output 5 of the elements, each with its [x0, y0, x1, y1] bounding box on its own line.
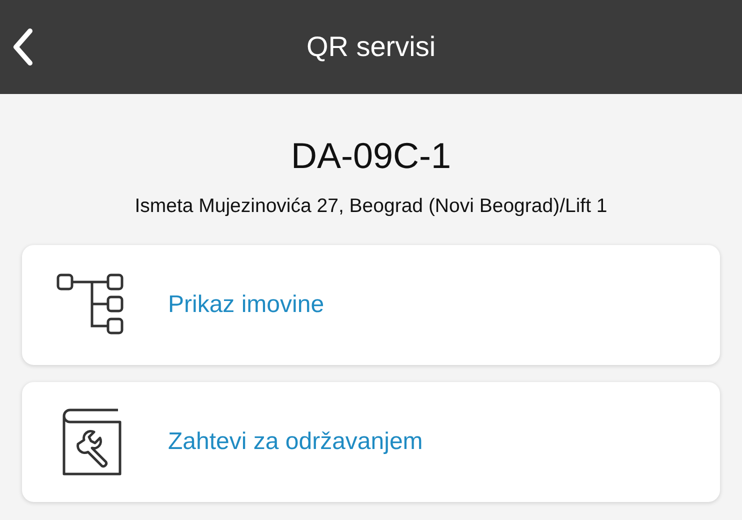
service-card[interactable]: Zahtevi za održavanjem	[22, 382, 720, 502]
screen-title: QR servisi	[306, 30, 436, 64]
device-code: DA-09C-1	[290, 136, 452, 176]
device-address: Ismeta Mujezinovića 27, Beograd (Novi Beograd)/Lift 1	[134, 194, 608, 219]
service-card[interactable]: Prikaz imovine	[22, 244, 720, 365]
